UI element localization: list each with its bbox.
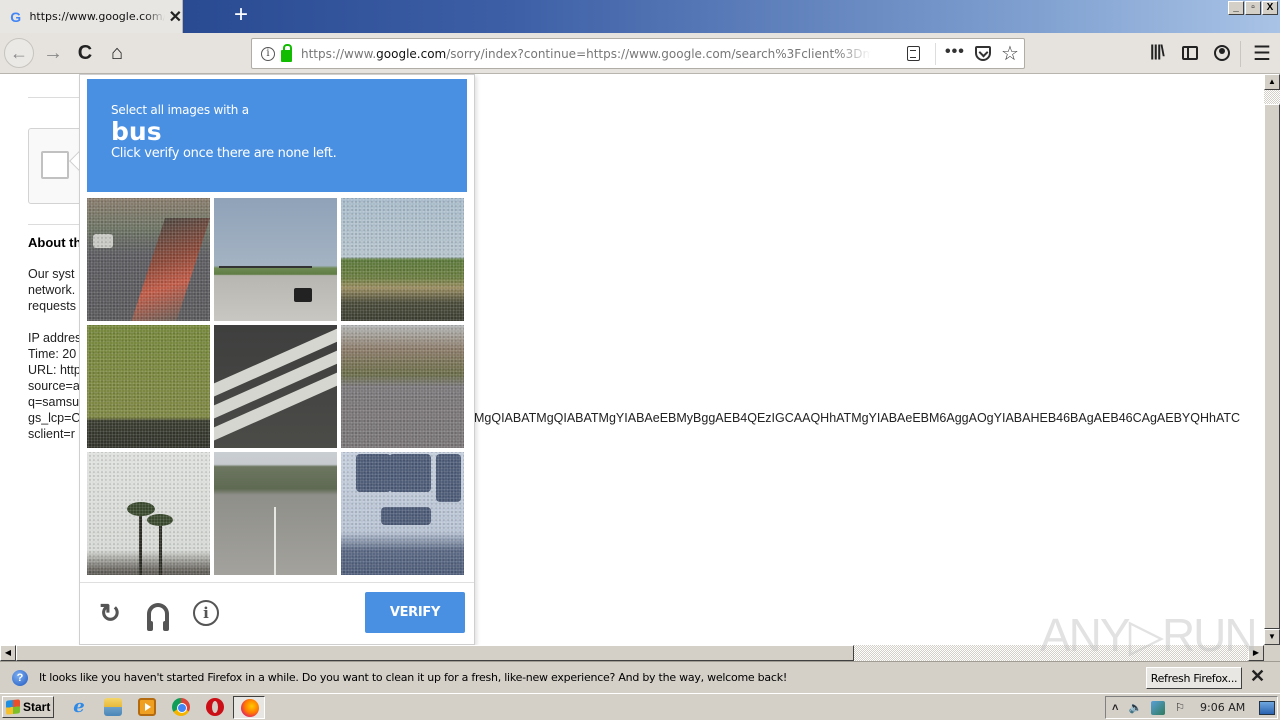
image-tile[interactable] (341, 325, 464, 448)
scroll-up-button[interactable]: ▲ (1264, 74, 1280, 90)
windows-logo-icon (6, 699, 20, 715)
show-desktop-icon[interactable] (1259, 700, 1276, 715)
image-tile[interactable] (214, 325, 337, 448)
paragraph-line: requests (28, 299, 76, 313)
verify-button[interactable]: VERIFY (365, 592, 465, 633)
notification-bar: ? It looks like you haven't started Fire… (0, 661, 1280, 693)
hamburger-menu-icon[interactable]: ☰ (1253, 41, 1271, 66)
url-path: /sorry/index?continue=https://www.google… (446, 46, 871, 61)
paragraph-line: network. (28, 283, 76, 297)
new-tab-button[interactable]: + (228, 3, 254, 29)
file-explorer-icon[interactable] (104, 698, 122, 716)
instruction-subtext: Click verify once there are none left. (111, 146, 337, 161)
image-tile[interactable] (341, 198, 464, 321)
clock[interactable]: 9:06 AM (1200, 701, 1245, 714)
image-tile[interactable] (87, 325, 210, 448)
chrome-icon[interactable] (172, 698, 190, 716)
page-actions-icon[interactable]: ••• (945, 43, 965, 61)
scroll-right-button[interactable]: ▶ (1248, 645, 1264, 661)
scroll-track[interactable] (1264, 90, 1280, 104)
about-heading: About th (28, 235, 82, 250)
action-center-flag-icon[interactable]: ⚐ (1175, 701, 1185, 714)
info-line: Time: 20 (28, 347, 77, 361)
image-tile[interactable] (214, 452, 337, 575)
taskbar: Start e ˄ 🔈 ⚐ 9:06 AM (0, 693, 1280, 720)
back-button[interactable]: ← (4, 38, 34, 68)
navigation-toolbar: ← → C ⌂ i https://www.google.com/sorry/i… (0, 33, 1280, 74)
info-line: source=a (28, 379, 80, 393)
captcha-challenge: Select all images with a bus Click verif… (79, 74, 475, 645)
media-player-icon[interactable] (138, 698, 156, 716)
sidebar-toggle-icon[interactable] (1182, 46, 1198, 60)
pocket-icon[interactable] (975, 46, 991, 61)
firefox-icon (241, 699, 259, 717)
info-line: q=samsu (28, 395, 80, 409)
forward-button[interactable]: → (38, 38, 68, 68)
notification-close-icon[interactable]: ✕ (1250, 666, 1265, 687)
horizontal-scrollbar[interactable]: ◀ ▶ (0, 645, 1280, 661)
info-glyph: i (193, 600, 219, 626)
reload-button[interactable]: C (70, 38, 100, 68)
scroll-thumb[interactable] (1264, 104, 1280, 629)
url-bar[interactable]: i https://www.google.com/sorry/index?con… (251, 38, 1025, 69)
reload-challenge-icon[interactable]: ↻ (96, 598, 124, 628)
reader-view-icon[interactable] (907, 46, 920, 61)
home-button[interactable]: ⌂ (102, 38, 132, 68)
vertical-scrollbar[interactable]: ▲ ▼ (1264, 74, 1280, 645)
image-tile[interactable] (341, 452, 464, 575)
minimize-button[interactable]: _ (1228, 1, 1244, 15)
tab-title: https://www.google.com/search?client=ms- (29, 10, 164, 23)
volume-icon[interactable]: 🔈 (1128, 701, 1142, 714)
show-hidden-icons[interactable]: ˄ (1112, 702, 1118, 714)
scroll-left-button[interactable]: ◀ (0, 645, 16, 661)
url-prefix: https://www. (301, 46, 377, 61)
google-favicon-icon: G (10, 8, 22, 25)
refresh-firefox-button[interactable]: Refresh Firefox... (1146, 667, 1242, 689)
paragraph-line: Our syst (28, 267, 75, 281)
site-info-icon[interactable]: i (261, 46, 275, 61)
scroll-down-button[interactable]: ▼ (1264, 629, 1280, 645)
lock-icon[interactable] (281, 43, 292, 62)
info-line: URL: http (28, 363, 81, 377)
url-host: google.com (376, 46, 447, 61)
system-tray: ˄ 🔈 ⚐ 9:06 AM (1105, 696, 1278, 719)
image-tile[interactable] (87, 198, 210, 321)
bookmark-star-icon[interactable]: ☆ (1001, 41, 1019, 66)
url-text[interactable]: https://www.google.com/sorry/index?conti… (301, 47, 871, 61)
audio-challenge-icon[interactable] (144, 599, 172, 631)
info-line: gs_lcp=C (28, 411, 81, 425)
challenge-prompt: Select all images with a bus Click verif… (87, 79, 467, 192)
question-icon: ? (12, 669, 28, 686)
library-icon[interactable]: |||\ (1150, 43, 1165, 61)
browser-tab[interactable]: G https://www.google.com/search?client=m… (0, 0, 183, 33)
notification-message: It looks like you haven't started Firefo… (39, 671, 787, 684)
network-icon[interactable] (1151, 700, 1166, 715)
help-info-icon[interactable]: i (192, 599, 220, 627)
close-window-button[interactable]: X (1262, 1, 1278, 15)
instruction-text: Select all images with a (111, 103, 249, 117)
info-line: IP addres (28, 331, 82, 345)
scrollbar-corner (1264, 645, 1280, 661)
start-button[interactable]: Start (2, 696, 54, 718)
horizontal-scroll-thumb[interactable] (16, 645, 854, 661)
title-bar: G https://www.google.com/search?client=m… (0, 0, 1280, 33)
account-icon[interactable] (1214, 45, 1230, 61)
recaptcha-checkbox[interactable] (41, 151, 69, 179)
url-bar-divider (935, 43, 936, 65)
target-keyword: bus (111, 117, 162, 146)
internet-explorer-icon[interactable]: e (70, 698, 88, 716)
opera-icon[interactable] (206, 698, 224, 716)
footer-divider (80, 582, 474, 583)
firefox-taskbar-button[interactable] (233, 696, 265, 719)
image-tile[interactable] (214, 198, 337, 321)
window-controls: _ ▫ X (1228, 1, 1278, 15)
restore-button[interactable]: ▫ (1245, 1, 1261, 15)
start-label: Start (23, 700, 51, 714)
toolbar-divider (1240, 41, 1241, 67)
url-continuation-text: MgQIABATMgQIABATMgYIABAeEBMyBggAEB4QEzIG… (474, 411, 1241, 425)
image-tile[interactable] (87, 452, 210, 575)
info-line: sclient=r (28, 427, 75, 441)
image-grid (87, 198, 467, 576)
tab-close-icon[interactable]: ✕ (169, 7, 182, 27)
